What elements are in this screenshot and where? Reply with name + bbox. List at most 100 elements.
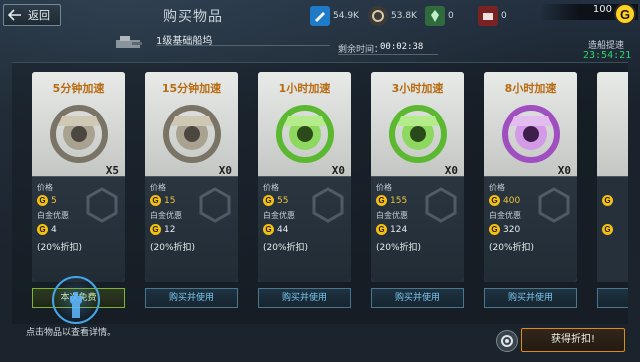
vip-price: 4: [51, 224, 57, 235]
back-button[interactable]: 返回: [3, 4, 61, 26]
resource-value: 0: [501, 11, 507, 21]
g-coin-icon: G: [263, 195, 274, 206]
price-row: G 55: [263, 195, 288, 206]
buy-and-use-button[interactable]: 购买并使用: [145, 288, 238, 308]
g-coin-icon: G: [602, 195, 613, 206]
vip-price: 124: [390, 224, 408, 235]
g-coin-icon: G: [150, 195, 161, 206]
g-coin-icon: G: [37, 195, 48, 206]
back-label: 返回: [28, 9, 50, 22]
cargo-icon: [478, 6, 498, 26]
vip-label: 白金优惠: [150, 211, 182, 220]
resource-helmet: 53.8K: [368, 6, 417, 26]
settings-button[interactable]: [496, 330, 518, 352]
top-bar: 返回 购买物品 54.9K 53.8K 0 0 100 G: [0, 0, 640, 30]
blueprint-icon: [310, 6, 330, 26]
item-card-5min[interactable]: 5分钟加速 X5 价格 G 5 白金优惠 G 4 (20%折扣): [32, 72, 125, 282]
vip-row: G 12: [150, 224, 175, 235]
card-body: 价格 G 5 白金优惠 G 4 (20%折扣): [32, 176, 125, 282]
item-card-1h[interactable]: 1小时加速 X0 价格 G 55 白金优惠 G 44 (20%折扣): [258, 72, 351, 282]
card-body: G G: [597, 176, 628, 282]
speedup-gear-icon: [389, 105, 447, 163]
buy-and-use-button[interactable]: 购买并使用: [484, 288, 577, 308]
card-body: 价格 G 55 白金优惠 G 44 (20%折扣): [258, 176, 351, 282]
crystal-icon: [425, 6, 445, 26]
discount-text: (20%折扣): [376, 243, 422, 253]
buy-and-use-button-partial[interactable]: [597, 288, 628, 308]
speedup-gear-icon: [50, 105, 108, 163]
resource-value: 0: [448, 11, 454, 21]
get-discount-button[interactable]: 获得折扣!: [521, 328, 625, 352]
vip-price: 44: [277, 224, 289, 235]
discount-text: (20%折扣): [489, 243, 535, 253]
discount-text: (20%折扣): [37, 243, 83, 253]
vip-label: 白金优惠: [37, 211, 69, 220]
vip-label: 白金优惠: [489, 211, 521, 220]
price-label: 价格: [376, 183, 392, 192]
resource-value: 53.8K: [391, 11, 417, 21]
page-title: 购买物品: [163, 9, 223, 25]
helmet-icon: [368, 6, 388, 26]
card-body: 价格 G 155 白金优惠 G 124 (20%折扣): [371, 176, 464, 282]
card-head: 1小时加速 X0: [258, 72, 351, 177]
buy-and-use-button[interactable]: 购买并使用: [371, 288, 464, 308]
card-head: 8小时加速 X0: [484, 72, 577, 177]
vip-row: G 4: [37, 224, 57, 235]
item-card-8h[interactable]: 8小时加速 X0 价格 G 400 白金优惠 G 320 (20%折扣): [484, 72, 577, 282]
price-label: 价格: [150, 183, 166, 192]
dock-ship-icon: [116, 36, 142, 48]
price-label: 价格: [37, 183, 53, 192]
price-label: 价格: [263, 183, 279, 192]
g-coin-icon: G: [376, 195, 387, 206]
vip-price: 320: [503, 224, 521, 235]
card-head: 15分钟加速 X0: [145, 72, 238, 177]
g-coin-icon: G: [263, 224, 274, 235]
discount-text: (20%折扣): [150, 243, 196, 253]
g-coin-icon: G: [602, 224, 613, 235]
gear-icon: [501, 335, 513, 347]
divider: [338, 54, 438, 55]
buy-and-use-button[interactable]: 购买并使用: [258, 288, 351, 308]
g-currency-icon[interactable]: G: [614, 3, 636, 25]
resource-cargo: 0: [478, 6, 507, 26]
accel-time: 23:54:21: [583, 50, 632, 61]
back-arrow-icon: [8, 9, 21, 21]
price-label: 价格: [489, 183, 505, 192]
item-card-partial[interactable]: G G: [597, 72, 628, 282]
price-row: G 5: [37, 195, 57, 206]
emblem-icon: [199, 187, 231, 223]
vip-label: 白金优惠: [263, 211, 295, 220]
resource-crystal: 0: [425, 6, 454, 26]
g-coin-icon: G: [376, 224, 387, 235]
item-card-3h[interactable]: 3小时加速 X0 价格 G 155 白金优惠 G 124 (20%折扣): [371, 72, 464, 282]
price-value: 15: [164, 195, 176, 206]
card-body: 价格 G 15 白金优惠 G 12 (20%折扣): [145, 176, 238, 282]
item-card-15min[interactable]: 15分钟加速 X0 价格 G 15 白金优惠 G 12 (20%折扣): [145, 72, 238, 282]
resource-value: 54.9K: [333, 11, 359, 21]
vip-label: 白金优惠: [376, 211, 408, 220]
vip-price: 12: [164, 224, 176, 235]
divider: [156, 45, 330, 46]
speedup-gear-icon: [163, 105, 221, 163]
discount-text: (20%折扣): [263, 243, 309, 253]
g-coin-icon: G: [37, 224, 48, 235]
speedup-gear-icon: [502, 105, 560, 163]
speedup-gear-icon: [276, 105, 334, 163]
emblem-icon: [86, 187, 118, 223]
price-value: 400: [503, 195, 521, 206]
hint-text: 点击物品以查看详情。: [26, 328, 117, 338]
g-coin-icon: G: [489, 195, 500, 206]
vip-row: G 320: [489, 224, 520, 235]
emblem-icon: [538, 187, 570, 223]
vip-row: G 124: [376, 224, 407, 235]
price-row: G 400: [489, 195, 520, 206]
price-row: G 15: [150, 195, 175, 206]
price-value: 155: [390, 195, 408, 206]
tutorial-hand-icon: [52, 276, 100, 324]
vip-row: G 44: [263, 224, 288, 235]
g-coin-icon: G: [150, 224, 161, 235]
card-head: [597, 72, 628, 176]
g-coin-icon: G: [489, 224, 500, 235]
card-head: 3小时加速 X0: [371, 72, 464, 177]
price-value: 5: [51, 195, 57, 206]
